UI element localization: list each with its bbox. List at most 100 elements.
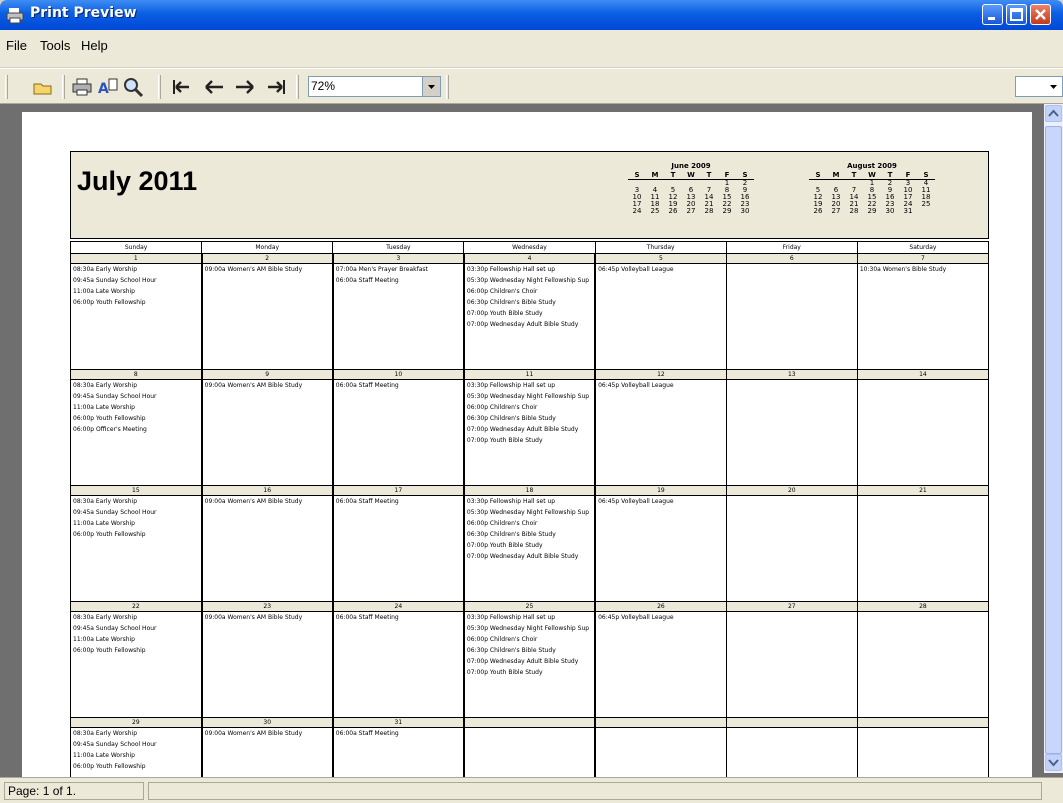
calendar-event: 09:00a Women's AM Bible Study — [204, 614, 303, 621]
day-number: 24 — [333, 602, 463, 612]
vertical-scrollbar[interactable] — [1044, 104, 1063, 773]
calendar-event: 06:00p Youth Fellowship — [73, 531, 146, 538]
calendar-day-cell: 30 09:00a Women's AM Bible Study — [201, 717, 334, 777]
day-name-header: Thursday — [594, 241, 727, 254]
chevron-down-icon — [428, 85, 435, 89]
calendar-event: 08:30a Early Worship — [73, 266, 138, 273]
day-number: 3 — [333, 254, 463, 264]
calendar-event: 07:00p Wednesday Adult Bible Study — [466, 658, 579, 665]
calendar-event: 09:00a Women's AM Bible Study — [204, 266, 303, 273]
chevron-up-icon — [1048, 109, 1059, 117]
mini-calendar-date: 26 — [668, 207, 678, 215]
calendar-event: 11:00a Late Worship — [73, 752, 135, 759]
menu-tools[interactable]: Tools — [40, 38, 70, 53]
mini-calendar-date: 24 — [632, 207, 642, 215]
calendar-header: July 2011 June 2009 S M T W T F S 1 2 3 4 5 6 7 8 9 10 11… — [70, 151, 989, 239]
day-number: 2 — [202, 254, 332, 264]
calendar-day-cell: 20 — [725, 485, 858, 602]
calendar-day-cell: 17 06:00a Staff Meeting — [332, 485, 465, 602]
mini-calendar-grid: S M T W T F S 1 2 3 4 5 6 7 8 9 10 11 12 13 14 15 16 17 18 19 20 21… — [809, 172, 935, 215]
day-number: 21 — [857, 486, 988, 496]
calendar-week: 1 08:30a Early Worship 09:45a Sunday Schoo… — [69, 253, 990, 370]
mini-calendar-day-name: S — [809, 172, 827, 180]
scroll-thumb[interactable] — [1045, 126, 1062, 754]
status-bar: Page: 1 of 1. — [0, 777, 1063, 803]
day-number: 8 — [71, 370, 201, 380]
calendar-event: 06:30p Children's Bible Study — [466, 415, 556, 422]
calendar-day-cell: 28 — [856, 601, 990, 718]
calendar-day-cell: 8 08:30a Early Worship 09:45a Sunday Schoo… — [69, 369, 203, 486]
calendar-event: 07:00p Youth Bible Study — [466, 669, 543, 676]
mini-calendar-week: 26 27 28 29 30 31 — [809, 208, 935, 215]
minimize-button[interactable] — [982, 4, 1003, 25]
day-number: 12 — [596, 370, 726, 380]
toolbar-separator — [446, 75, 449, 99]
calendar-event: 06:30p Children's Bible Study — [466, 531, 556, 538]
calendar-day-cell: 29 08:30a Early Worship 09:45a Sunday Scho… — [69, 717, 203, 777]
previous-page-icon[interactable] — [203, 76, 225, 98]
mini-calendar-date: 30 — [885, 207, 895, 215]
menu-bar: File Tools Help — [0, 30, 1063, 67]
zoom-dropdown-button[interactable] — [422, 77, 440, 96]
calendar-event: 06:30p Children's Bible Study — [466, 647, 556, 654]
calendar-day-cell: 19 06:45p Volleyball League — [594, 485, 727, 602]
calendar-event: 06:00p Youth Fellowship — [73, 415, 146, 422]
calendar-day-cell: 7 10:30a Women's Bible Study — [856, 253, 990, 370]
day-name-header: Friday — [725, 241, 858, 254]
day-number: 16 — [202, 486, 332, 496]
zoom-icon[interactable] — [122, 76, 144, 98]
calendar-event: 06:00a Staff Meeting — [335, 382, 399, 389]
calendar-event: 06:45p Volleyball League — [598, 382, 674, 389]
close-button[interactable] — [1030, 4, 1051, 25]
calendar-day-cell: 5 06:45p Volleyball League — [594, 253, 727, 370]
day-number: 31 — [333, 718, 463, 728]
calendar-event: 06:00a Staff Meeting — [335, 277, 399, 284]
calendar-event: 06:45p Volleyball League — [598, 498, 674, 505]
day-name-header: Saturday — [856, 241, 990, 254]
calendar-event: 08:30a Early Worship — [73, 382, 138, 389]
calendar-event: 07:00p Youth Bible Study — [466, 310, 543, 317]
mini-calendar-day-name: M — [646, 172, 664, 180]
calendar-day-cell — [463, 717, 597, 777]
day-number: 29 — [71, 718, 201, 728]
calendar-day-cell — [725, 717, 858, 777]
calendar-event: 05:30p Wednesday Night Fellowship Sup — [466, 625, 590, 632]
toolbar-separator — [158, 75, 161, 99]
maximize-button[interactable] — [1006, 4, 1027, 25]
svg-text:A: A — [98, 81, 109, 97]
calendar-event: 07:00p Youth Bible Study — [466, 542, 543, 549]
calendar-event: 06:30p Children's Bible Study — [466, 299, 556, 306]
open-icon[interactable] — [32, 76, 54, 98]
calendar-day-cell: 11 03:30p Fellowship Hall set up 05:30p We… — [463, 369, 597, 486]
page-setup-icon[interactable]: A — [97, 76, 119, 98]
scroll-down-button[interactable] — [1045, 754, 1062, 771]
day-number: 9 — [202, 370, 332, 380]
calendar-event: 03:30p Fellowship Hall set up — [466, 266, 556, 273]
calendar-event: 09:45a Sunday School Hour — [73, 625, 157, 632]
print-preview-app-icon — [6, 8, 24, 24]
print-icon[interactable] — [71, 76, 93, 98]
scroll-up-button[interactable] — [1045, 105, 1062, 122]
calendar-day-cell: 21 — [856, 485, 990, 602]
next-page-icon[interactable] — [234, 76, 256, 98]
calendar-event: 09:00a Women's AM Bible Study — [204, 382, 303, 389]
calendar-day-cell: 6 — [725, 253, 858, 370]
last-page-icon[interactable] — [266, 76, 288, 98]
calendar-event: 07:00a Men's Prayer Breakfast — [335, 266, 428, 273]
calendar-day-cell — [856, 717, 990, 777]
mini-calendar-august: August 2009 S M T W T F S 1 2 3 4 5 6 7 8 9 10 11 12 13 14 15… — [807, 163, 937, 215]
calendar-event: 07:00p Wednesday Adult Bible Study — [466, 553, 579, 560]
month-title: July 2011 — [77, 166, 198, 196]
mini-calendar-date: 26 — [813, 207, 823, 215]
calendar-event: 06:00p Children's Choir — [466, 288, 538, 295]
calendar-event: 11:00a Late Worship — [73, 404, 135, 411]
secondary-combobox[interactable] — [1015, 76, 1063, 97]
day-number — [726, 718, 857, 728]
menu-help[interactable]: Help — [81, 38, 108, 53]
menu-file[interactable]: File — [6, 38, 27, 53]
calendar-event: 07:00p Wednesday Adult Bible Study — [466, 321, 579, 328]
first-page-icon[interactable] — [170, 76, 192, 98]
zoom-combobox[interactable]: 72% — [308, 76, 441, 97]
mini-calendar-date: 27 — [831, 207, 841, 215]
calendar-day-cell: 9 09:00a Women's AM Bible Study — [201, 369, 334, 486]
